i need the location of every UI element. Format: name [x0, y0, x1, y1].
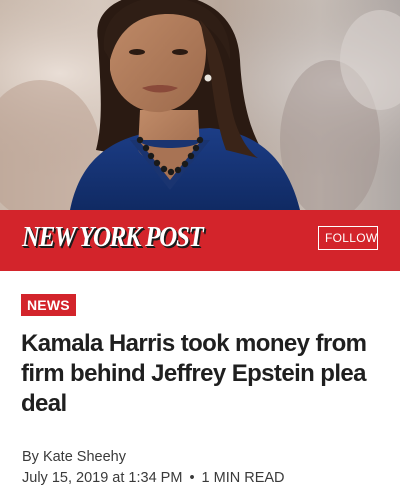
publish-date: July 15, 2019 at 1:34 PM [22, 470, 183, 486]
category-badge[interactable]: NEWS [21, 294, 76, 316]
hero-photo [0, 0, 400, 210]
publication-header: NEW YORK POST FOLLOW [0, 210, 400, 271]
author-byline[interactable]: By Kate Sheehy [22, 449, 126, 465]
article-headline: Kamala Harris took money from firm behin… [21, 330, 367, 417]
follow-button[interactable]: FOLLOW [318, 226, 378, 250]
portrait-photo-image [0, 0, 400, 210]
article-page: NEW YORK POST FOLLOW NEWS Kamala Harris … [0, 0, 400, 500]
publication-logo[interactable]: NEW YORK POST [22, 221, 204, 254]
article-header: NEWS Kamala Harris took money from firm … [0, 271, 400, 500]
article-meta: July 15, 2019 at 1:34 PM • 1 MIN READ [22, 470, 285, 486]
read-time: 1 MIN READ [201, 470, 285, 486]
meta-separator: • [189, 470, 195, 486]
